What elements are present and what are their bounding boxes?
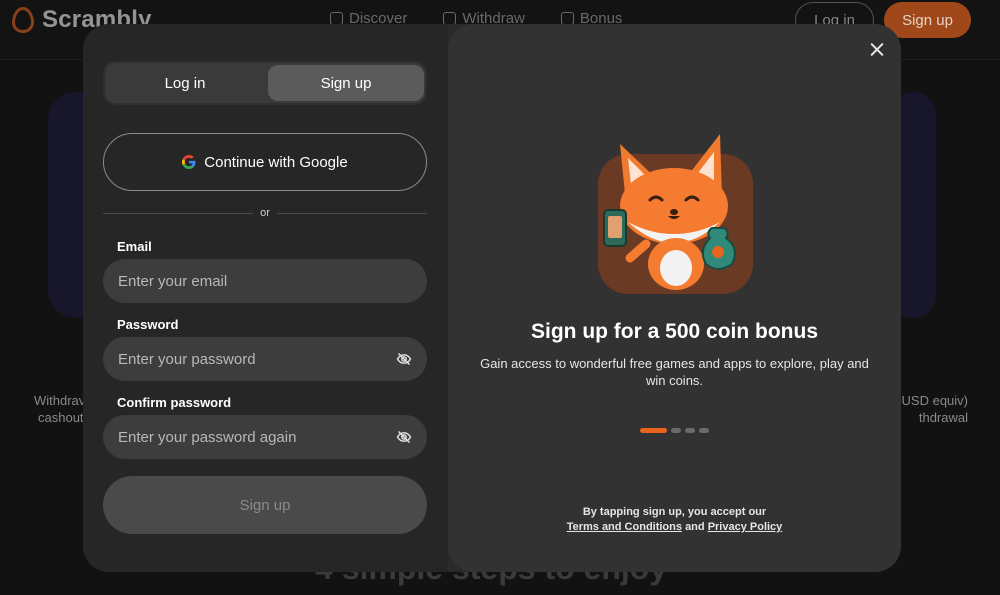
confirm-password-field[interactable] (118, 415, 388, 459)
confirm-password-label: Confirm password (117, 395, 232, 410)
email-field-wrapper (103, 259, 427, 303)
eye-off-icon[interactable] (396, 429, 412, 445)
password-label: Password (117, 317, 179, 332)
background-left-text-line: cashout (38, 410, 84, 425)
confirm-password-field-wrapper (103, 415, 427, 459)
carousel-indicators (640, 428, 709, 433)
divider-or: or (253, 207, 277, 219)
eye-off-icon[interactable] (396, 351, 412, 367)
privacy-policy-link[interactable]: Privacy Policy (708, 521, 783, 533)
legal-line: By tapping sign up, you accept our (582, 506, 767, 518)
promo-title: Sign up for a 500 coin bonus (530, 320, 819, 343)
carousel-dot[interactable] (685, 428, 695, 433)
auth-tabs: Log in Sign up (103, 61, 427, 105)
fox-mascot-illustration (598, 134, 753, 294)
carousel-dot[interactable] (699, 428, 709, 433)
password-field-wrapper (103, 337, 427, 381)
background-right-text-line: USD equiv) (901, 393, 968, 408)
signup-modal: Log in Sign up Continue with Google or E… (83, 24, 901, 572)
tab-signup[interactable]: Sign up (268, 65, 424, 101)
carousel-dot-active[interactable] (640, 428, 667, 433)
background-right-text: USD equiv) thdrawal (900, 392, 968, 426)
google-icon (182, 155, 196, 169)
email-field[interactable] (118, 259, 388, 303)
background-left-text: Withdrav cashout (34, 392, 85, 426)
terms-link[interactable]: Terms and Conditions (567, 521, 682, 533)
auth-form-pane: Log in Sign up Continue with Google or E… (83, 24, 448, 572)
legal-notice: By tapping sign up, you accept our Terms… (448, 505, 901, 535)
legal-links: Terms and Conditions and Privacy Policy (448, 520, 901, 535)
password-field[interactable] (118, 337, 388, 381)
background-right-text-line: thdrawal (918, 410, 968, 425)
promo-pane: Sign up for a 500 coin bonus Gain access… (448, 24, 901, 572)
header-signup-button[interactable]: Sign up (884, 2, 971, 38)
email-label: Email (117, 239, 152, 254)
google-button-label: Continue with Google (204, 153, 348, 171)
background-left-text-line: Withdrav (34, 393, 86, 408)
continue-with-google-button[interactable]: Continue with Google (103, 133, 427, 191)
signup-submit-button[interactable]: Sign up (103, 476, 427, 534)
carousel-dot[interactable] (671, 428, 681, 433)
logo-mark-icon (12, 7, 34, 33)
close-icon[interactable] (866, 39, 888, 61)
legal-and: and (685, 521, 705, 533)
promo-subtitle: Gain access to wonderful free games and … (480, 356, 869, 388)
tab-login[interactable]: Log in (107, 65, 263, 101)
